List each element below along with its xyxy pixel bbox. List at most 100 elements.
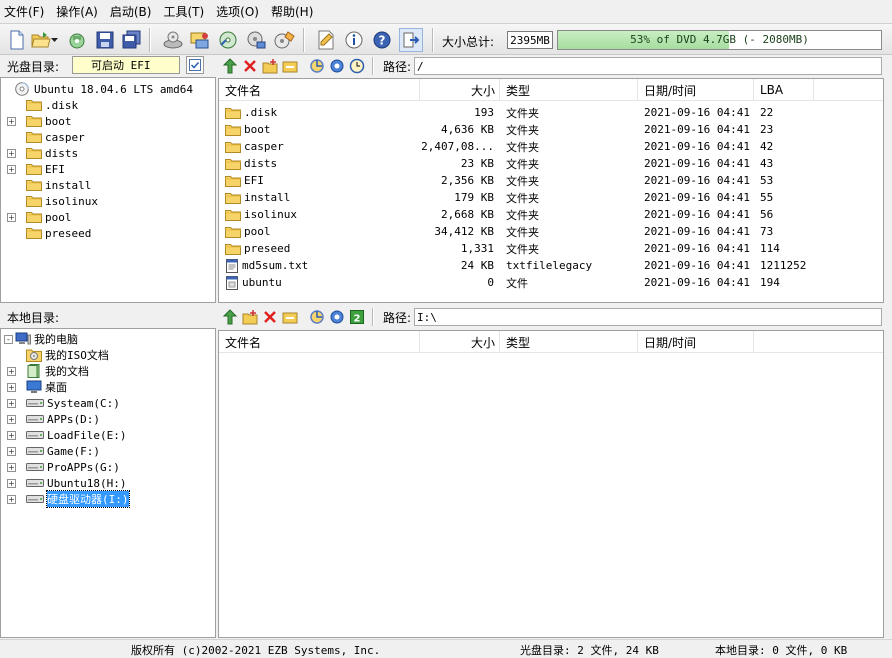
- expand-icon[interactable]: +: [7, 446, 16, 456]
- sync-icon[interactable]: 2: [348, 308, 366, 326]
- help-icon[interactable]: ?: [370, 28, 394, 52]
- local-tree-item[interactable]: + LoadFile(E:): [7, 427, 126, 443]
- column-header-size[interactable]: 大小: [420, 79, 500, 101]
- table-row[interactable]: preseed 1,331 文件夹 2021-09-16 04:41 114: [219, 240, 883, 257]
- local-tree-item[interactable]: + Ubuntu18(H:): [7, 475, 126, 491]
- settings-gear-icon[interactable]: [328, 308, 346, 326]
- table-row[interactable]: casper 2,407,08... 文件夹 2021-09-16 04:41 42: [219, 138, 883, 155]
- disc-directory-label: 光盘目录:: [7, 59, 60, 74]
- table-row[interactable]: .disk 193 文件夹 2021-09-16 04:41 22: [219, 104, 883, 121]
- mount-icon[interactable]: [188, 28, 212, 52]
- save-as-icon[interactable]: [120, 28, 144, 52]
- menu-help[interactable]: 帮助(H): [271, 3, 320, 20]
- disc-tree-item[interactable]: + EFI: [7, 161, 65, 177]
- properties-icon[interactable]: [314, 28, 338, 52]
- burn-icon[interactable]: [161, 28, 185, 52]
- menu-tools[interactable]: 工具(T): [163, 3, 211, 20]
- table-row[interactable]: ubuntu 0 文件 2021-09-16 04:41 194: [219, 274, 883, 291]
- disc-tree-item[interactable]: Ubuntu 18.04.6 LTS amd64: [4, 81, 193, 97]
- expand-icon[interactable]: +: [7, 478, 16, 488]
- burn-cd-icon[interactable]: [273, 28, 297, 52]
- local-tree-item[interactable]: + Game(F:): [7, 443, 100, 459]
- cell-size: 1,331: [460, 242, 494, 255]
- expand-icon[interactable]: +: [7, 116, 16, 126]
- local-tree-item[interactable]: + 桌面: [7, 379, 67, 395]
- boot-options-button[interactable]: [186, 56, 204, 74]
- local-tree-item[interactable]: 我的ISO文档: [7, 347, 109, 363]
- expand-icon[interactable]: +: [7, 164, 16, 174]
- local-tree-item[interactable]: + 我的文档: [7, 363, 89, 379]
- table-row[interactable]: boot 4,636 KB 文件夹 2021-09-16 04:41 23: [219, 121, 883, 138]
- column-header-type[interactable]: 类型: [500, 331, 638, 353]
- compress-icon[interactable]: [216, 28, 240, 52]
- local-path-field[interactable]: I:\: [414, 308, 882, 326]
- table-row[interactable]: dists 23 KB 文件夹 2021-09-16 04:41 43: [219, 155, 883, 172]
- table-row[interactable]: EFI 2,356 KB 文件夹 2021-09-16 04:41 53: [219, 172, 883, 189]
- expand-icon[interactable]: +: [7, 414, 16, 424]
- boot-type-field[interactable]: 可启动 EFI: [72, 56, 180, 74]
- disc-tree-item[interactable]: + boot: [7, 113, 72, 129]
- expand-icon[interactable]: +: [7, 212, 16, 222]
- disc-tree-item[interactable]: .disk: [7, 97, 78, 113]
- file-name: md5sum.txt: [242, 259, 309, 272]
- clock-icon[interactable]: [348, 57, 366, 75]
- refresh-icon[interactable]: [308, 57, 326, 75]
- column-header-size[interactable]: 大小: [420, 331, 500, 353]
- column-header-date[interactable]: 日期/时间: [638, 79, 754, 101]
- up-folder-icon[interactable]: [221, 308, 239, 326]
- menu-action[interactable]: 操作(A): [56, 3, 105, 20]
- column-header-date[interactable]: 日期/时间: [638, 331, 754, 353]
- new-folder-icon[interactable]: [261, 57, 279, 75]
- save-icon[interactable]: [93, 28, 117, 52]
- local-tree-item[interactable]: + ProAPPs(G:): [7, 459, 120, 475]
- new-icon[interactable]: [5, 28, 29, 52]
- settings-gear-icon[interactable]: [328, 57, 346, 75]
- cell-size: 193: [474, 106, 494, 119]
- expand-icon[interactable]: +: [7, 366, 16, 376]
- exit-icon[interactable]: [399, 28, 423, 52]
- info-icon[interactable]: [342, 28, 366, 52]
- cell-date: 2021-09-16 04:41: [644, 276, 750, 289]
- disc-tree-item[interactable]: isolinux: [7, 193, 98, 209]
- local-tree-item[interactable]: + 硬盘驱动器(I:): [7, 490, 130, 508]
- column-header-name[interactable]: 文件名: [219, 331, 420, 353]
- delete-icon[interactable]: [261, 308, 279, 326]
- cell-name: md5sum.txt: [225, 257, 415, 274]
- disc-tree-item[interactable]: + dists: [7, 145, 78, 161]
- cell-size: 23 KB: [460, 157, 494, 170]
- expand-icon[interactable]: +: [7, 430, 16, 440]
- table-row[interactable]: pool 34,412 KB 文件夹 2021-09-16 04:41 73: [219, 223, 883, 240]
- local-tree-item[interactable]: - 我的电脑: [4, 331, 78, 347]
- column-header-name[interactable]: 文件名: [219, 79, 420, 101]
- expand-icon[interactable]: +: [7, 382, 16, 392]
- local-tree-item[interactable]: + Systeam(C:): [7, 395, 120, 411]
- refresh-icon[interactable]: [308, 308, 326, 326]
- local-tree-item[interactable]: + APPs(D:): [7, 411, 100, 427]
- delete-icon[interactable]: [241, 57, 259, 75]
- expand-icon[interactable]: +: [7, 494, 16, 504]
- up-folder-icon[interactable]: [221, 57, 239, 75]
- extract-icon[interactable]: [65, 28, 89, 52]
- column-header-lba[interactable]: LBA: [754, 79, 814, 101]
- expand-icon[interactable]: +: [7, 148, 16, 158]
- menu-file[interactable]: 文件(F): [4, 3, 51, 20]
- disc-tree-item[interactable]: + pool: [7, 209, 72, 225]
- table-row[interactable]: install 179 KB 文件夹 2021-09-16 04:41 55: [219, 189, 883, 206]
- disc-tree-item[interactable]: preseed: [7, 225, 91, 241]
- virtual-drive-icon[interactable]: [244, 28, 268, 52]
- column-header-type[interactable]: 类型: [500, 79, 638, 101]
- new-folder-icon[interactable]: [241, 308, 259, 326]
- expand-icon[interactable]: +: [7, 462, 16, 472]
- disc-path-field[interactable]: /: [414, 57, 882, 75]
- rename-icon[interactable]: [281, 308, 299, 326]
- dropdown-arrow-icon[interactable]: [50, 28, 60, 52]
- table-row[interactable]: isolinux 2,668 KB 文件夹 2021-09-16 04:41 56: [219, 206, 883, 223]
- collapse-icon[interactable]: -: [4, 334, 13, 344]
- menu-boot[interactable]: 启动(B): [110, 3, 159, 20]
- expand-icon[interactable]: +: [7, 398, 16, 408]
- table-row[interactable]: md5sum.txt 24 KB txtfilelegacy 2021-09-16 0…: [219, 257, 883, 274]
- disc-tree-item[interactable]: install: [7, 177, 91, 193]
- menu-options[interactable]: 选项(O): [216, 3, 266, 20]
- disc-tree-item[interactable]: casper: [7, 129, 85, 145]
- rename-icon[interactable]: [281, 57, 299, 75]
